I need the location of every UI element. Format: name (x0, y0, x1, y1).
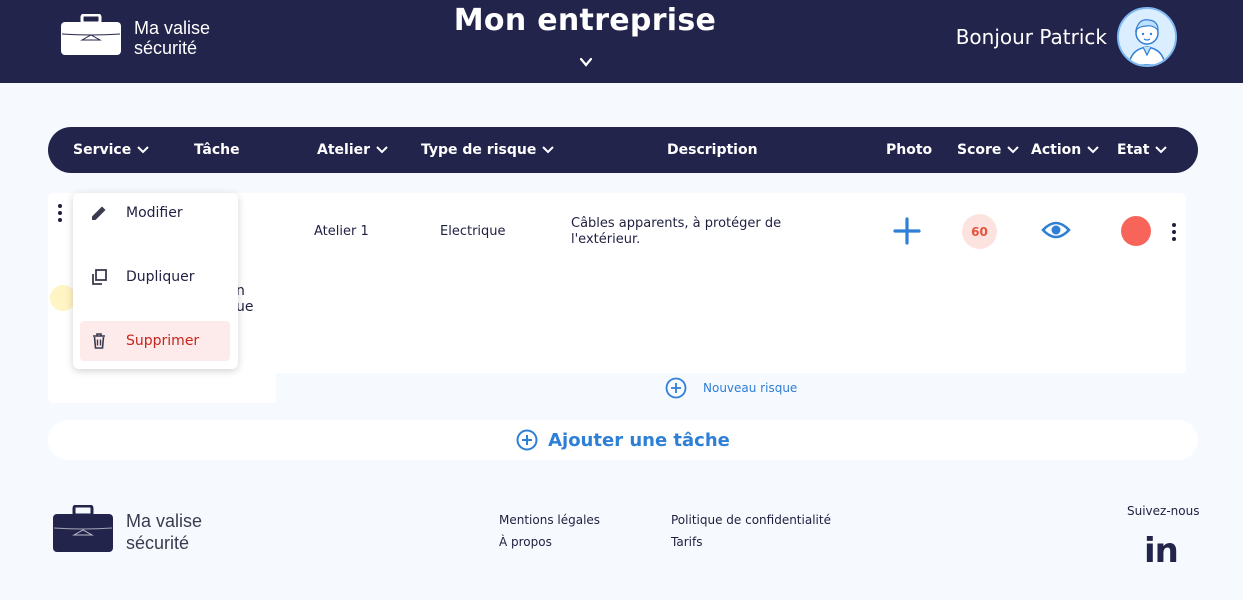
add-task-button[interactable]: Ajouter une tâche (48, 420, 1198, 460)
row-kebab-menu[interactable] (1172, 223, 1176, 241)
chevron-down-icon[interactable] (579, 56, 593, 68)
chevron-down-icon (137, 146, 149, 154)
column-atelier[interactable]: Atelier (317, 142, 388, 158)
description-line-2: l'extérieur. (571, 232, 641, 247)
link-politique-confidentialite[interactable]: Politique de confidentialité (671, 513, 831, 527)
add-circle-icon (516, 429, 538, 451)
follow-us-label: Suivez-nous (1127, 504, 1200, 518)
view-eye-icon[interactable] (1041, 219, 1071, 241)
column-type-risque[interactable]: Type de risque (421, 142, 555, 158)
menu-item-supprimer[interactable]: Supprimer (80, 321, 230, 361)
link-mentions-legales[interactable]: Mentions légales (499, 513, 600, 527)
column-label: Description (667, 142, 758, 158)
add-circle-icon (665, 377, 687, 399)
footer-brand-line-1: Ma valise (126, 511, 203, 531)
menu-item-label: Modifier (126, 205, 183, 221)
column-tache: Tâche (194, 142, 240, 158)
new-risk-label: Nouveau risque (703, 381, 798, 395)
chevron-down-icon (1087, 146, 1099, 154)
column-label: Score (957, 142, 1002, 158)
task-kebab-menu[interactable] (58, 204, 62, 222)
top-bar: Ma valise sécurité Mon entreprise Bonjou… (0, 0, 1243, 83)
menu-item-modifier[interactable]: Modifier (80, 193, 230, 233)
menu-item-label: Dupliquer (126, 269, 195, 285)
link-tarifs[interactable]: Tarifs (671, 535, 702, 549)
briefcase-icon (53, 505, 113, 552)
duplicate-icon (80, 268, 118, 286)
column-label: Atelier (317, 142, 371, 158)
column-label: Etat (1117, 142, 1150, 158)
task-context-menu: Modifier Dupliquer Supprimer (73, 193, 238, 369)
description-line-1: Câbles apparents, à protéger de (571, 216, 782, 231)
user-avatar[interactable] (1117, 7, 1177, 67)
footer-brand-line-2: sécurité (126, 533, 190, 553)
pencil-icon (80, 204, 118, 222)
user-greeting: Bonjour Patrick (955, 25, 1107, 49)
column-service[interactable]: Service (73, 142, 149, 158)
task-name-partial: n ue (236, 283, 254, 315)
table-header: Service Tâche Atelier Type de risque Des… (48, 127, 1198, 173)
column-score[interactable]: Score (957, 142, 1020, 158)
column-label: Tâche (194, 142, 240, 158)
chevron-down-icon (542, 146, 555, 154)
footer-brand-logo[interactable]: Ma valise sécurité (52, 505, 202, 554)
chevron-down-icon (376, 146, 388, 154)
column-description: Description (667, 142, 758, 158)
chevron-down-icon (1007, 146, 1020, 154)
add-photo-plus-icon[interactable] (893, 217, 921, 245)
new-risk-button[interactable]: Nouveau risque (665, 377, 797, 399)
column-label: Service (73, 142, 132, 158)
column-label: Type de risque (421, 142, 537, 158)
cell-atelier: Atelier 1 (314, 224, 369, 239)
chevron-down-icon (1155, 146, 1168, 154)
column-action[interactable]: Action (1031, 142, 1099, 158)
brand-line-2: sécurité (134, 38, 198, 58)
cell-type-risque: Electrique (440, 224, 506, 239)
column-photo: Photo (886, 142, 932, 158)
task-name-line-2: ue (236, 299, 254, 315)
risk-score-badge: 60 (962, 214, 997, 249)
cell-description: Câbles apparents, à protéger de l'extéri… (571, 216, 781, 248)
status-dot[interactable] (1121, 216, 1151, 246)
avatar-illustration (1119, 9, 1175, 65)
linkedin-icon[interactable]: in (1144, 534, 1179, 568)
add-task-label: Ajouter une tâche (548, 429, 730, 451)
column-etat[interactable]: Etat (1117, 142, 1168, 158)
column-label: Photo (886, 142, 933, 158)
trash-icon (80, 332, 118, 350)
task-name-line-1: n (236, 283, 245, 299)
link-a-propos[interactable]: À propos (499, 535, 552, 549)
menu-item-label: Supprimer (126, 333, 200, 349)
column-label: Action (1031, 142, 1082, 158)
menu-item-dupliquer[interactable]: Dupliquer (80, 257, 230, 297)
